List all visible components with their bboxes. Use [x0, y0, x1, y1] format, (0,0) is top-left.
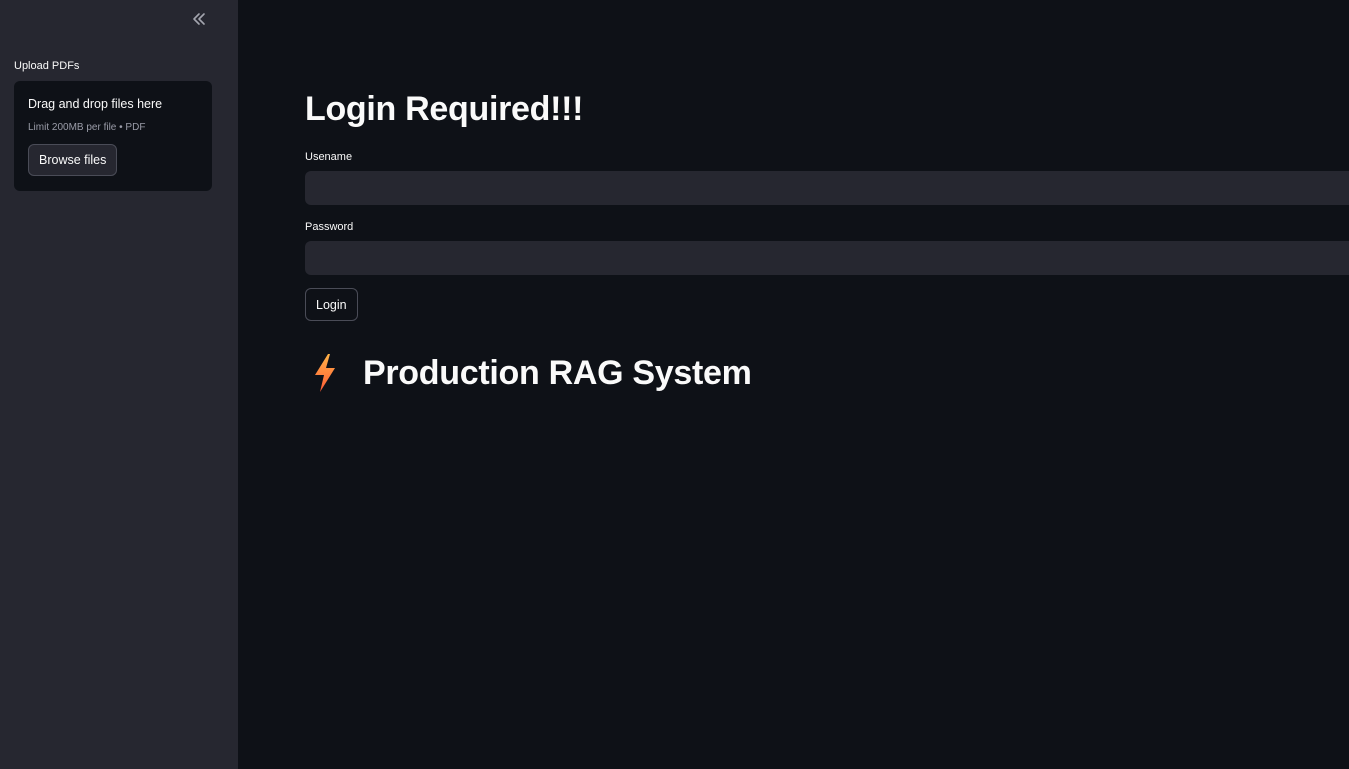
double-chevron-left-icon	[193, 13, 205, 25]
login-button[interactable]: Login	[305, 288, 358, 321]
lightning-bolt-icon	[305, 350, 353, 396]
app-title-row: Production RAG System	[305, 350, 752, 396]
password-input[interactable]	[305, 241, 1349, 275]
file-dropzone[interactable]: Drag and drop files here Limit 200MB per…	[14, 81, 212, 191]
sidebar: Upload PDFs Drag and drop files here Lim…	[0, 0, 238, 769]
main-content: Login Required!!! Usename Password Login…	[238, 0, 1349, 769]
login-title: Login Required!!!	[305, 90, 584, 128]
collapse-sidebar-button[interactable]	[186, 6, 212, 32]
app-title: Production RAG System	[363, 353, 752, 392]
username-input[interactable]	[305, 171, 1349, 205]
username-label: Usename	[305, 151, 353, 163]
password-label: Password	[305, 221, 354, 233]
dropzone-limit-text: Limit 200MB per file • PDF	[28, 122, 146, 133]
browse-files-button[interactable]: Browse files	[28, 144, 118, 176]
dropzone-title: Drag and drop files here	[28, 97, 163, 111]
upload-pdfs-label: Upload PDFs	[14, 60, 80, 72]
app-root: Upload PDFs Drag and drop files here Lim…	[0, 0, 1349, 769]
